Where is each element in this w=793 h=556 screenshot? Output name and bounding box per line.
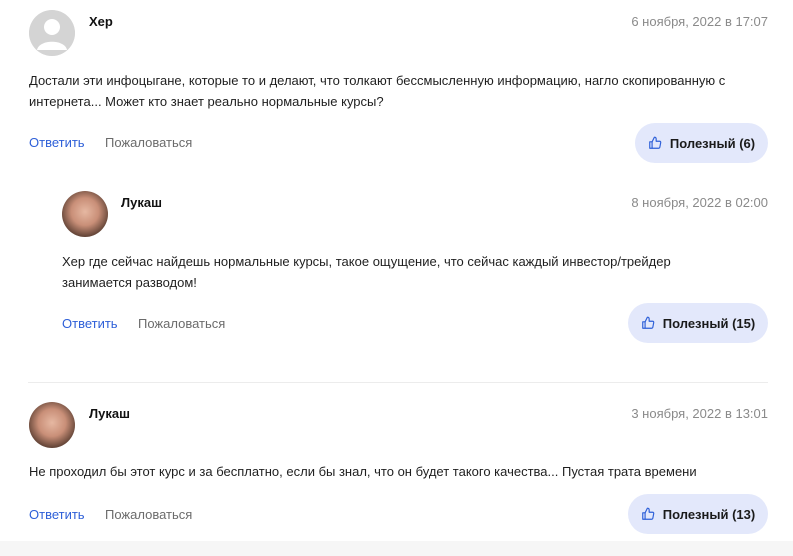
reply-link[interactable]: Ответить (62, 316, 118, 331)
useful-button[interactable]: Полезный (13) (628, 494, 768, 534)
report-link[interactable]: Пожаловаться (105, 507, 192, 522)
comment-text: Хер где сейчас найдешь нормальные курсы,… (62, 254, 671, 290)
avatar-placeholder-icon (29, 10, 75, 56)
comment-date: 3 ноября, 2022 в 13:01 (631, 406, 768, 421)
avatar (62, 191, 108, 237)
comment-text: Достали эти инфоцыгане, которые то и дел… (29, 73, 726, 109)
useful-label: Полезный (13) (662, 506, 756, 522)
report-link[interactable]: Пожаловаться (138, 316, 225, 331)
report-link[interactable]: Пожаловаться (105, 135, 192, 150)
useful-label: Полезный (15) (662, 315, 756, 331)
divider (28, 382, 768, 383)
reply-link[interactable]: Ответить (29, 507, 85, 522)
thumbs-up-icon (649, 136, 662, 149)
useful-button[interactable]: Полезный (15) (628, 303, 768, 343)
useful-label: Полезный (6) (669, 135, 756, 151)
comment-date: 8 ноября, 2022 в 02:00 (631, 195, 768, 210)
reply-link[interactable]: Ответить (29, 135, 85, 150)
comment-author: Лукаш (121, 195, 162, 210)
comment-date: 6 ноября, 2022 в 17:07 (631, 14, 768, 29)
comment-author: Лукаш (89, 406, 130, 421)
footer-band (0, 541, 793, 556)
thumbs-up-icon (641, 316, 655, 329)
comment-author: Хер (89, 14, 113, 29)
comment-text: Не проходил бы этот курс и за бесплатно,… (29, 464, 697, 479)
thumbs-up-icon (641, 507, 655, 520)
useful-button[interactable]: Полезный (6) (635, 123, 768, 163)
avatar (29, 402, 75, 448)
